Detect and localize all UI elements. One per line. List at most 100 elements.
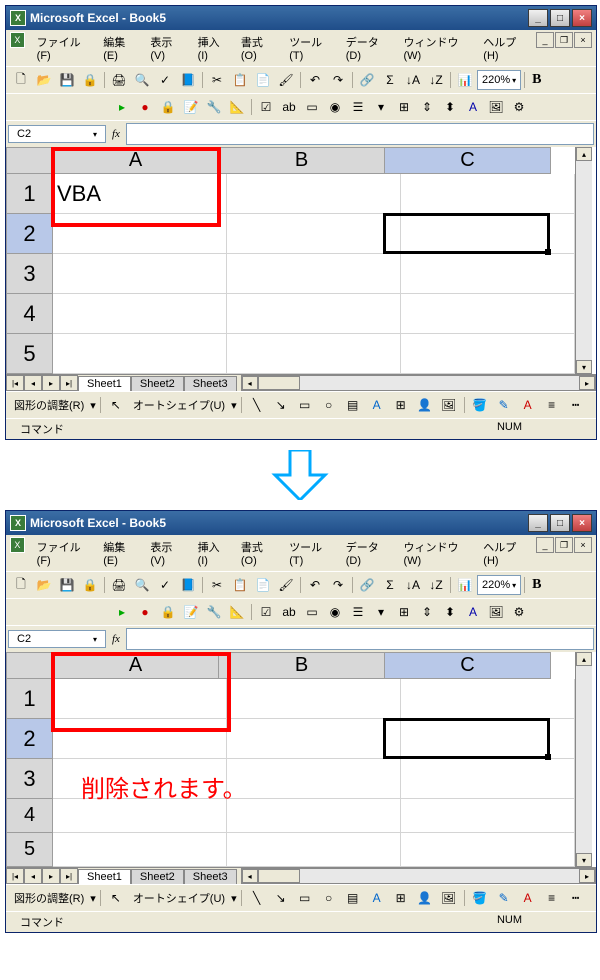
col-header-b[interactable]: B xyxy=(219,147,385,174)
paste-icon[interactable]: 📄 xyxy=(252,69,274,91)
cell-a4[interactable] xyxy=(53,294,227,334)
redo-icon[interactable]: ↷ xyxy=(327,69,349,91)
scroll-up-button[interactable]: ▴ xyxy=(576,652,592,666)
vbe-icon[interactable]: 📝 xyxy=(180,96,202,118)
doc-close-button[interactable]: × xyxy=(574,537,592,553)
clipart-icon[interactable]: 👤 xyxy=(414,394,436,416)
menu-tools[interactable]: ツール(T) xyxy=(283,32,338,64)
titlebar[interactable]: X Microsoft Excel - Book5 _ □ × xyxy=(6,511,596,535)
paste-icon[interactable]: 📄 xyxy=(252,574,274,596)
menu-file[interactable]: ファイル(F) xyxy=(31,32,96,64)
minimize-button[interactable]: _ xyxy=(528,9,548,27)
line-icon[interactable]: ╲ xyxy=(246,887,268,909)
sheet-tab-2[interactable]: Sheet2 xyxy=(131,376,184,391)
sheet-nav-last[interactable]: ▸| xyxy=(60,375,78,391)
record-icon[interactable]: ● xyxy=(134,96,156,118)
scroll-left-button[interactable]: ◂ xyxy=(242,869,258,883)
cut-icon[interactable]: ✂ xyxy=(206,69,228,91)
textbox-icon[interactable]: ab xyxy=(278,601,300,623)
formula-bar[interactable] xyxy=(126,628,594,650)
close-button[interactable]: × xyxy=(572,514,592,532)
permission-icon[interactable]: 🔒 xyxy=(79,69,101,91)
permission-icon[interactable]: 🔒 xyxy=(79,574,101,596)
textbox-draw-icon[interactable]: ▤ xyxy=(342,887,364,909)
research-icon[interactable]: 📘 xyxy=(177,574,199,596)
doc-minimize-button[interactable]: _ xyxy=(536,32,554,48)
autoshape-menu[interactable]: オートシェイプ(U) xyxy=(129,888,229,908)
zoom-dropdown[interactable]: 220% xyxy=(477,575,521,595)
cell-a4[interactable] xyxy=(53,799,227,833)
sheet-tab-1[interactable]: Sheet1 xyxy=(78,376,131,391)
cell-a2[interactable] xyxy=(53,214,227,254)
close-button[interactable]: × xyxy=(572,9,592,27)
cell-a5[interactable] xyxy=(53,334,227,374)
scroll-thumb[interactable] xyxy=(258,376,300,390)
diagram-icon[interactable]: ⊞ xyxy=(390,394,412,416)
vbe-icon[interactable]: 📝 xyxy=(180,601,202,623)
cell-b2[interactable] xyxy=(227,719,401,759)
row-header-3[interactable]: 3 xyxy=(6,759,53,799)
sheet-tab-3[interactable]: Sheet3 xyxy=(184,869,237,884)
picture-icon[interactable]: 🖼 xyxy=(438,394,460,416)
cell-a1[interactable] xyxy=(53,679,227,719)
scroll-icon[interactable]: ⬍ xyxy=(439,96,461,118)
menu-insert[interactable]: 挿入(I) xyxy=(192,537,233,569)
security-icon[interactable]: 🔒 xyxy=(157,96,179,118)
cut-icon[interactable]: ✂ xyxy=(206,574,228,596)
toggle-icon[interactable]: ⊞ xyxy=(393,96,415,118)
font-color-icon[interactable]: A xyxy=(517,887,539,909)
line-color-icon[interactable]: ✎ xyxy=(493,887,515,909)
wordart-icon[interactable]: A xyxy=(366,887,388,909)
select-all-corner[interactable] xyxy=(6,652,53,679)
horizontal-scrollbar[interactable]: ◂ ▸ xyxy=(241,868,596,884)
draw-adjust-menu[interactable]: 図形の調整(R) xyxy=(10,888,88,908)
fill-color-icon[interactable]: 🪣 xyxy=(469,394,491,416)
preview-icon[interactable]: 🔍 xyxy=(131,69,153,91)
copy-icon[interactable]: 📋 xyxy=(229,574,251,596)
maximize-button[interactable]: □ xyxy=(550,514,570,532)
menu-edit[interactable]: 編集(E) xyxy=(97,537,142,569)
arrow-icon[interactable]: ↘ xyxy=(270,394,292,416)
scroll-left-button[interactable]: ◂ xyxy=(242,376,258,390)
row-header-4[interactable]: 4 xyxy=(6,294,53,334)
more-icon[interactable]: ⚙ xyxy=(508,601,530,623)
menu-help[interactable]: ヘルプ(H) xyxy=(477,537,533,569)
record-icon[interactable]: ● xyxy=(134,601,156,623)
line-style-icon[interactable]: ≡ xyxy=(541,394,563,416)
font-color-icon[interactable]: A xyxy=(517,394,539,416)
format-painter-icon[interactable]: 🖌 xyxy=(275,69,297,91)
undo-icon[interactable]: ↶ xyxy=(304,574,326,596)
picture-icon[interactable]: 🖼 xyxy=(438,887,460,909)
bold-button[interactable]: B xyxy=(528,577,545,593)
print-icon[interactable]: 🖨 xyxy=(108,69,130,91)
cell-a2[interactable] xyxy=(53,719,227,759)
spin-icon[interactable]: ⇕ xyxy=(416,96,438,118)
scroll-thumb[interactable] xyxy=(258,869,300,883)
sheet-nav-prev[interactable]: ◂ xyxy=(24,375,42,391)
formula-bar[interactable] xyxy=(126,123,594,145)
sheet-tab-1[interactable]: Sheet1 xyxy=(78,869,131,884)
cell-b2[interactable] xyxy=(227,214,401,254)
scroll-down-button[interactable]: ▾ xyxy=(576,360,592,374)
menu-format[interactable]: 書式(O) xyxy=(235,537,281,569)
control-icon[interactable]: ☑ xyxy=(255,601,277,623)
textbox-draw-icon[interactable]: ▤ xyxy=(342,394,364,416)
menu-insert[interactable]: 挿入(I) xyxy=(192,32,233,64)
draw-adjust-menu[interactable]: 図形の調整(R) xyxy=(10,395,88,415)
security-icon[interactable]: 🔒 xyxy=(157,601,179,623)
scroll-icon[interactable]: ⬍ xyxy=(439,601,461,623)
diagram-icon[interactable]: ⊞ xyxy=(390,887,412,909)
image-icon[interactable]: 🖼 xyxy=(485,96,507,118)
menu-file[interactable]: ファイル(F) xyxy=(31,537,96,569)
col-header-c[interactable]: C xyxy=(385,147,551,174)
row-header-1[interactable]: 1 xyxy=(6,679,53,719)
save-icon[interactable]: 💾 xyxy=(56,69,78,91)
menu-edit[interactable]: 編集(E) xyxy=(97,32,142,64)
toggle-icon[interactable]: ⊞ xyxy=(393,601,415,623)
spell-icon[interactable]: ✓ xyxy=(154,574,176,596)
autoshape-menu[interactable]: オートシェイプ(U) xyxy=(129,395,229,415)
hyperlink-icon[interactable]: 🔗 xyxy=(356,69,378,91)
open-icon[interactable]: 📂 xyxy=(33,69,55,91)
sheet-nav-first[interactable]: |◂ xyxy=(6,868,24,884)
doc-close-button[interactable]: × xyxy=(574,32,592,48)
